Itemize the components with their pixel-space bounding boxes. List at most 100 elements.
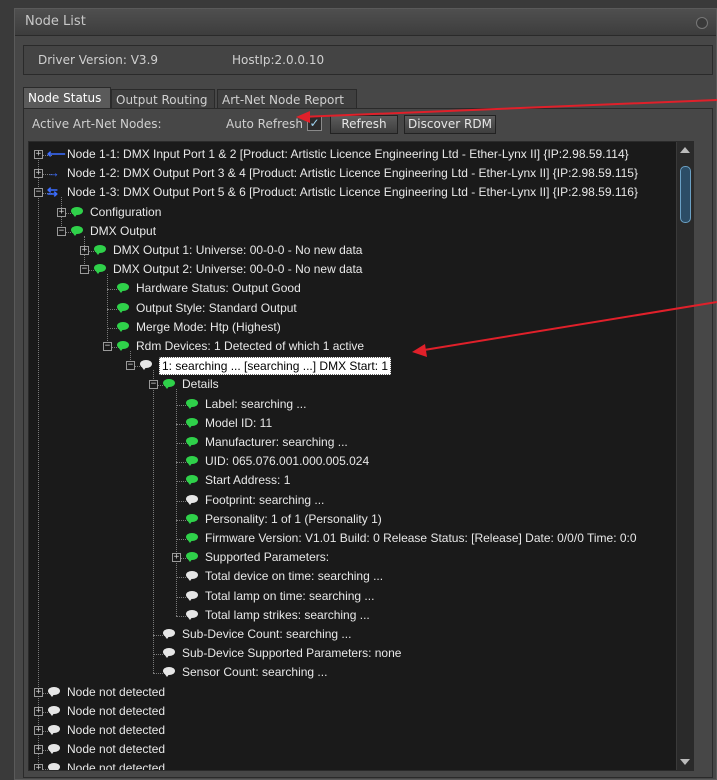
tree-node-row[interactable]: Total lamp on time: searching ... bbox=[29, 587, 677, 606]
expand-icon[interactable]: + bbox=[57, 207, 66, 217]
scroll-thumb[interactable] bbox=[680, 166, 691, 223]
tab-art-net-node-report[interactable]: Art-Net Node Report bbox=[217, 89, 357, 109]
tree-node-row[interactable]: Model ID: 11 bbox=[29, 414, 677, 433]
expand-icon[interactable]: + bbox=[80, 246, 89, 255]
scroll-up-icon[interactable] bbox=[680, 147, 690, 153]
tree-node-row[interactable]: Manufacturer: searching ... bbox=[29, 433, 677, 452]
tree-scrollbar[interactable] bbox=[676, 142, 693, 770]
tree-node-row[interactable]: − DMX Output 2: Universe: 00-0-0 - No new… bbox=[29, 260, 677, 279]
tree-node-label: Sub-Device Count: searching ... bbox=[182, 627, 352, 641]
tab-node-status[interactable]: Node Status bbox=[23, 87, 111, 109]
collapse-icon[interactable]: − bbox=[149, 380, 158, 390]
node-status-panel: Active Art-Net Nodes: Auto Refresh ✓ Ref… bbox=[23, 108, 713, 778]
tree-node-row[interactable]: Sensor Count: searching ... bbox=[29, 663, 677, 682]
tree-node-row[interactable]: Start Address: 1 bbox=[29, 471, 677, 490]
discover-rdm-button[interactable]: Discover RDM bbox=[404, 115, 496, 134]
tree-node-row[interactable]: Footprint: searching ... bbox=[29, 491, 677, 510]
status-ok-bubble-icon bbox=[116, 341, 130, 351]
expand-icon[interactable]: + bbox=[34, 169, 43, 179]
tree-node-row[interactable]: Total device on time: searching ... bbox=[29, 567, 677, 586]
tree-node-row[interactable]: Hardware Status: Output Good bbox=[29, 279, 677, 298]
tree-node-row[interactable]: + Node not detected bbox=[29, 740, 677, 759]
tree-node-label: Sub-Device Supported Parameters: none bbox=[182, 646, 402, 661]
status-ok-bubble-icon bbox=[185, 533, 199, 543]
expand-icon[interactable]: + bbox=[34, 706, 43, 716]
tree-node-row[interactable]: Total lamp strikes: searching ... bbox=[29, 606, 677, 625]
tab-output-routing[interactable]: Output Routing bbox=[111, 89, 215, 109]
status-unknown-bubble-icon bbox=[162, 629, 176, 639]
expand-icon[interactable]: + bbox=[34, 150, 43, 159]
collapse-icon[interactable]: − bbox=[80, 265, 89, 275]
status-unknown-bubble-icon bbox=[185, 494, 199, 505]
tree-node-row[interactable]: + ⟵ Node 1-1: DMX Input Port 1 & 2 [Produc… bbox=[29, 145, 677, 164]
tree-node-label: Total lamp strikes: searching ... bbox=[205, 607, 370, 622]
input-port-arrow-icon: ⟵ bbox=[47, 146, 66, 161]
tree-node-label: Configuration bbox=[90, 204, 162, 219]
status-ok-bubble-icon bbox=[185, 552, 199, 563]
status-ok-bubble-icon bbox=[185, 437, 199, 447]
tree-node-row[interactable]: Personality: 1 of 1 (Personality 1) bbox=[29, 510, 677, 529]
tree-node-row[interactable]: Merge Mode: Htp (Highest) bbox=[29, 318, 677, 337]
tree-node-label: DMX Output bbox=[90, 223, 157, 238]
expand-icon[interactable]: + bbox=[34, 726, 43, 735]
active-nodes-label: Active Art-Net Nodes: bbox=[32, 117, 162, 131]
status-unknown-bubble-icon bbox=[47, 763, 61, 770]
status-ok-bubble-icon bbox=[93, 245, 107, 255]
tree-node-row[interactable]: − Rdm Devices: 1 Detected of which 1 acti… bbox=[29, 337, 677, 356]
tree-node-row[interactable]: Firmware Version: V1.01 Build: 0 Release… bbox=[29, 529, 677, 548]
tree-node-row[interactable]: Output Style: Standard Output bbox=[29, 299, 677, 318]
tree-node-row[interactable]: − DMX Output bbox=[29, 222, 677, 241]
tree-node-row[interactable]: + Node not detected bbox=[29, 683, 677, 702]
tree-node-row[interactable]: + Node not detected bbox=[29, 702, 677, 721]
status-ok-bubble-icon bbox=[116, 302, 130, 313]
status-ok-bubble-icon bbox=[70, 206, 84, 217]
tree-node-label: Node 1-2: DMX Output Port 3 & 4 [Product… bbox=[67, 166, 638, 181]
tree-node-label: Node 1-1: DMX Input Port 1 & 2 [Product:… bbox=[67, 147, 629, 161]
scroll-down-icon[interactable] bbox=[680, 759, 690, 765]
tree-node-label: Merge Mode: Htp (Highest) bbox=[136, 319, 281, 334]
tree-node-row[interactable]: − Details bbox=[29, 375, 677, 394]
tree-node-label: Node not detected bbox=[67, 703, 166, 718]
tree-node-row[interactable]: − 1: searching ... [searching ...] DMX St… bbox=[29, 356, 677, 376]
status-unknown-bubble-icon bbox=[162, 667, 176, 678]
expand-icon[interactable]: + bbox=[34, 687, 43, 697]
expand-icon[interactable]: + bbox=[34, 745, 43, 755]
collapse-icon[interactable]: − bbox=[103, 342, 112, 351]
tree-node-row[interactable]: + Node not detected bbox=[29, 721, 677, 740]
driver-version: Driver Version: V3.9 bbox=[38, 53, 159, 67]
expand-icon[interactable]: + bbox=[34, 764, 43, 770]
collapse-icon[interactable]: − bbox=[34, 188, 43, 198]
tree-node-row[interactable]: + Configuration bbox=[29, 203, 677, 222]
tree-node-row[interactable]: UID: 065.076.001.000.005.024 bbox=[29, 452, 677, 471]
tree-node-label: Start Address: 1 bbox=[205, 473, 291, 488]
tree-node-label: Output Style: Standard Output bbox=[136, 300, 297, 315]
tree-node-row[interactable]: Sub-Device Supported Parameters: none bbox=[29, 644, 677, 663]
tree-node-row[interactable]: − ⇆ Node 1-3: DMX Output Port 5 & 6 [Produ… bbox=[29, 183, 677, 202]
collapse-icon[interactable]: − bbox=[57, 226, 66, 236]
tree-node-row[interactable]: + → Node 1-2: DMX Output Port 3 & 4 [Produ… bbox=[29, 164, 677, 183]
tree-node-row[interactable]: + Supported Parameters: bbox=[29, 548, 677, 567]
status-ok-bubble-icon bbox=[185, 417, 199, 428]
tree-node-row[interactable]: Sub-Device Count: searching ... bbox=[29, 625, 677, 644]
node-tree[interactable]: + ⟵ Node 1-1: DMX Input Port 1 & 2 [Produc… bbox=[28, 141, 694, 771]
status-unknown-bubble-icon bbox=[47, 725, 61, 735]
auto-refresh-checkbox[interactable]: ✓ bbox=[307, 116, 322, 131]
status-unknown-bubble-icon bbox=[185, 590, 199, 601]
tree-node-label: UID: 065.076.001.000.005.024 bbox=[205, 454, 370, 469]
node-list-window: Node List Driver Version: V3.9 HostIp:2.… bbox=[14, 8, 717, 780]
window-close-icon[interactable] bbox=[696, 17, 708, 29]
output-port-arrow-icon: → bbox=[47, 165, 60, 181]
status-ok-bubble-icon bbox=[162, 379, 176, 390]
collapse-icon[interactable]: − bbox=[126, 361, 135, 371]
tree-node-row[interactable]: Label: searching ... bbox=[29, 395, 677, 414]
title-bar: Node List bbox=[15, 9, 716, 36]
status-ok-bubble-icon bbox=[70, 225, 84, 236]
tree-node-label: Firmware Version: V1.01 Build: 0 Release… bbox=[205, 531, 637, 545]
refresh-button[interactable]: Refresh bbox=[330, 115, 398, 134]
expand-icon[interactable]: + bbox=[172, 553, 181, 563]
tree-node-label: Hardware Status: Output Good bbox=[136, 281, 301, 296]
tree-node-row[interactable]: + DMX Output 1: Universe: 00-0-0 - No new… bbox=[29, 241, 677, 260]
selected-tree-node-label: 1: searching ... [searching ...] DMX Sta… bbox=[159, 357, 392, 376]
tree-node-row[interactable]: + Node not detected bbox=[29, 759, 677, 770]
output-port-active-icon: ⇆ bbox=[47, 184, 58, 200]
